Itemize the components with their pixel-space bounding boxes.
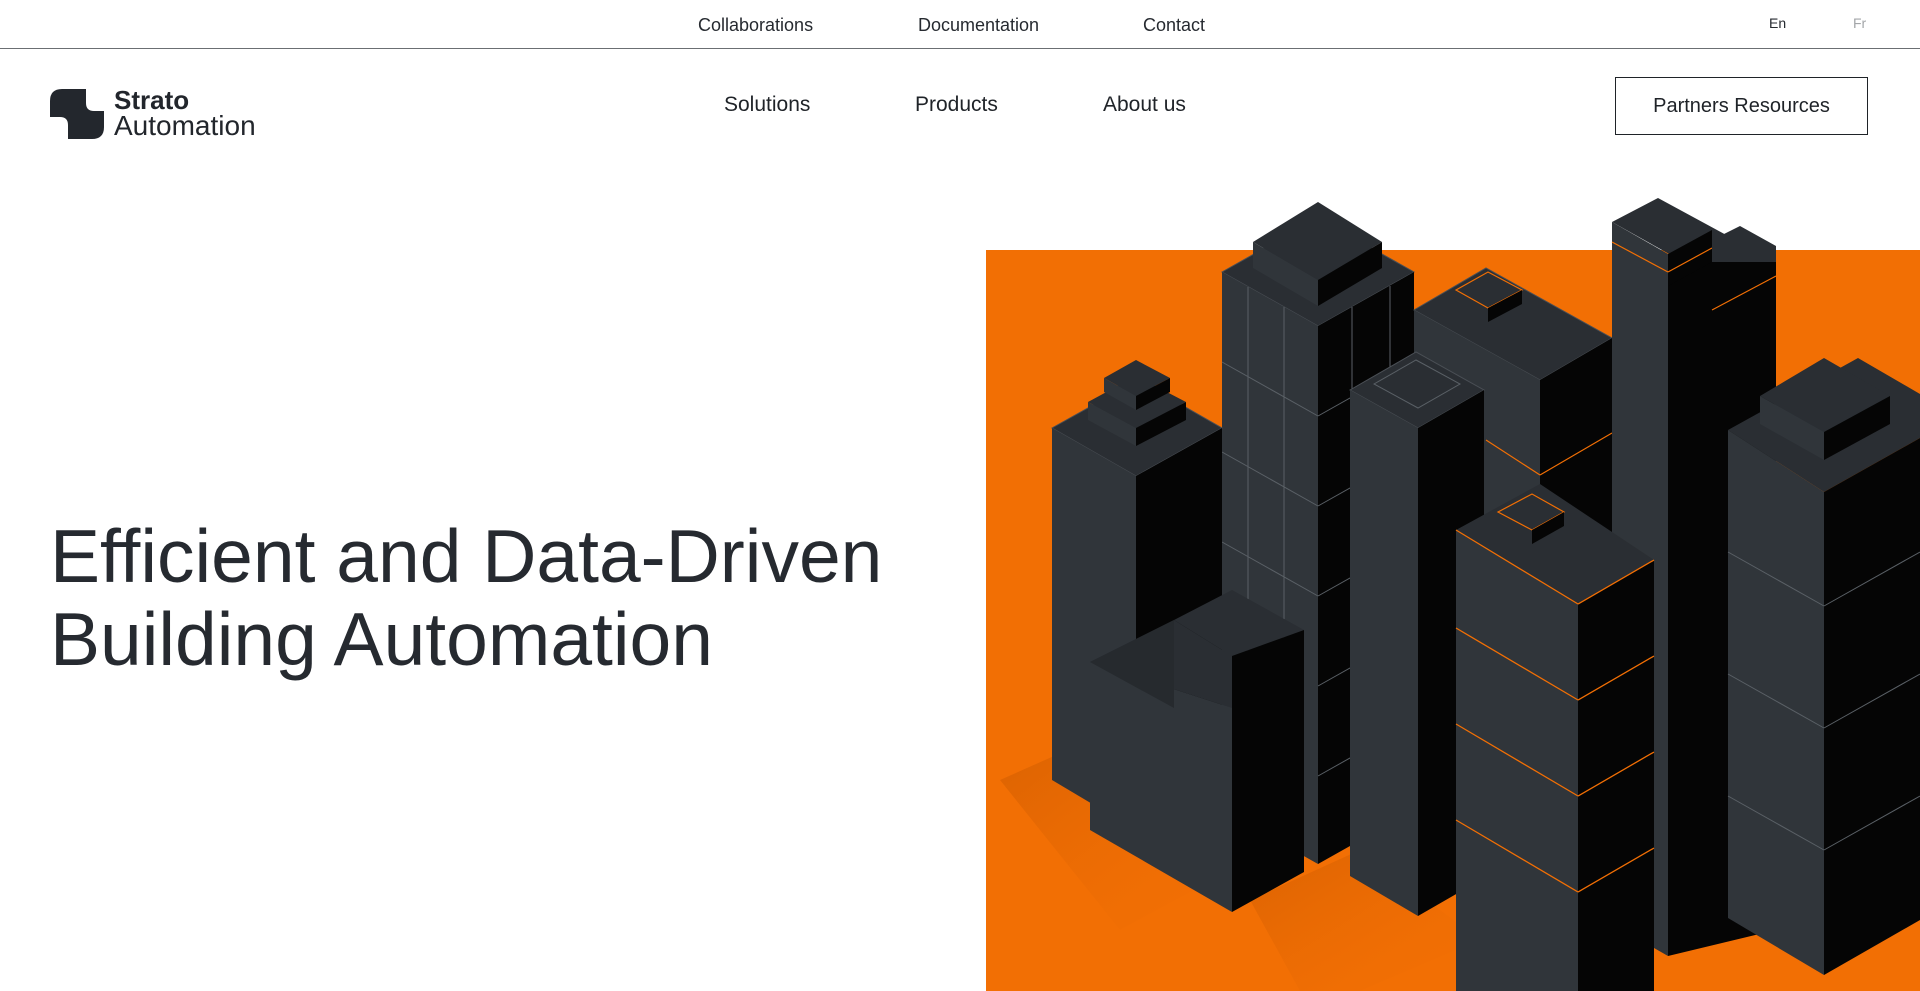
building-right-edge bbox=[1727, 358, 1920, 975]
language-en[interactable]: En bbox=[1769, 15, 1786, 31]
logo-text-automation: Automation bbox=[114, 110, 256, 141]
hero-title-line-1: Efficient and Data-Driven bbox=[50, 514, 883, 598]
top-utility-bar: Collaborations Documentation Contact En … bbox=[0, 0, 1920, 49]
nav-item-about-us[interactable]: About us bbox=[1103, 93, 1186, 117]
language-fr[interactable]: Fr bbox=[1853, 15, 1866, 31]
topbar-link-documentation[interactable]: Documentation bbox=[918, 15, 1039, 36]
hero-illustration bbox=[986, 198, 1920, 991]
nav-item-solutions[interactable]: Solutions bbox=[724, 93, 810, 117]
nav-item-products[interactable]: Products bbox=[915, 93, 998, 117]
logo-mark-icon bbox=[50, 89, 104, 139]
topbar-link-contact[interactable]: Contact bbox=[1143, 15, 1205, 36]
building-front-center bbox=[1455, 484, 1655, 991]
main-header: Strato Automation Solutions Products Abo… bbox=[0, 49, 1920, 159]
logo[interactable]: Strato Automation bbox=[50, 85, 280, 147]
hero-title-line-2: Building Automation bbox=[50, 597, 713, 681]
hero-title: Efficient and Data-Driven Building Autom… bbox=[50, 515, 950, 681]
topbar-link-collaborations[interactable]: Collaborations bbox=[698, 15, 813, 36]
partners-resources-button[interactable]: Partners Resources bbox=[1615, 77, 1868, 135]
